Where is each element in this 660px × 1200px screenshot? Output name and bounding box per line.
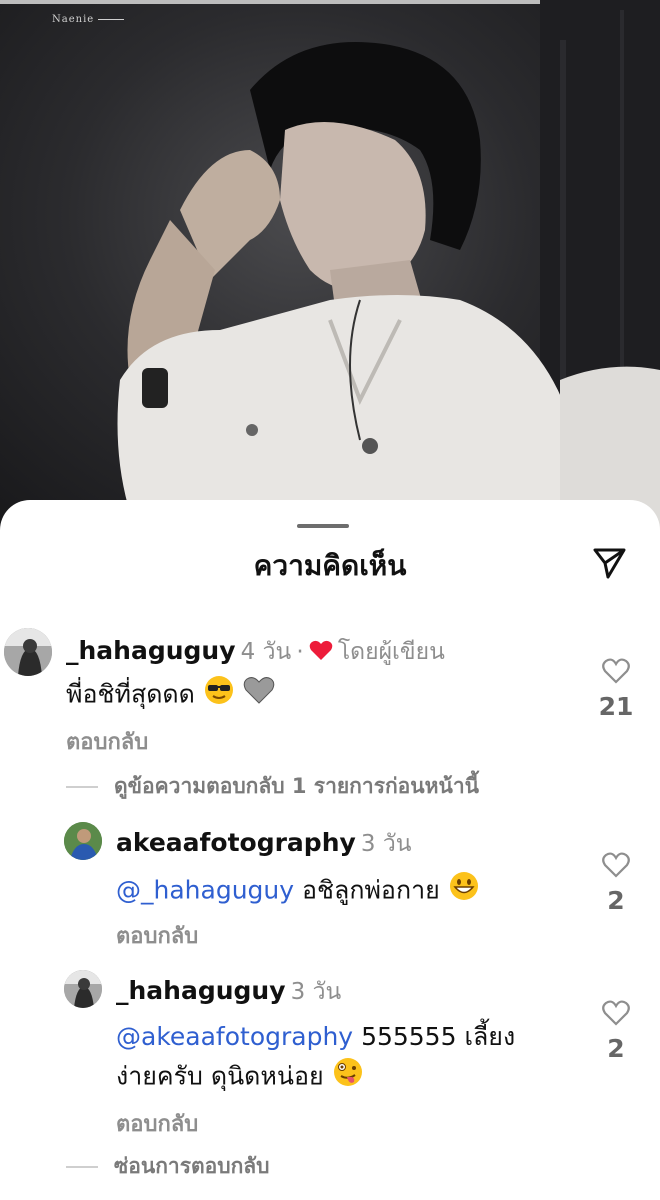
reply-button[interactable]: ตอบกลับ: [116, 1106, 198, 1141]
like-button[interactable]: 2: [596, 1000, 636, 1063]
drag-handle[interactable]: [297, 524, 349, 528]
comment-time: 3 วัน: [360, 831, 412, 857]
avatar[interactable]: [4, 628, 52, 676]
mention-link[interactable]: @akeaafotography: [116, 1022, 353, 1051]
avatar[interactable]: [64, 970, 102, 1008]
zany-face-emoji-icon: [332, 1056, 364, 1099]
reply-button[interactable]: ตอบกลับ: [116, 918, 198, 953]
heart-outline-icon[interactable]: [602, 1000, 630, 1026]
send-icon[interactable]: [590, 544, 628, 582]
like-count: 2: [607, 886, 625, 915]
comments-sheet: ความคิดเห็น _hahaguguy 4 วัน · โดยผู้เขี…: [0, 500, 660, 1200]
author-liked-label: โดยผู้เขียน: [337, 639, 445, 665]
meta-separator: ·: [296, 639, 304, 665]
heart-outline-icon[interactable]: [602, 852, 630, 878]
comment-text: @akeaafotography 555555 เลี้ยง ง่ายครับ …: [116, 1018, 586, 1099]
heart-outline-icon[interactable]: [602, 658, 630, 684]
comment-2: akeaafotography 3 วัน @_hahaguguy อชิลูก…: [0, 818, 660, 958]
like-button[interactable]: 2: [596, 852, 636, 915]
comment-time: 3 วัน: [290, 979, 342, 1005]
like-count: 21: [598, 692, 634, 721]
comment-username[interactable]: _hahaguguy: [116, 976, 286, 1005]
avatar[interactable]: [64, 822, 102, 860]
reply-button[interactable]: ตอบกลับ: [66, 724, 148, 759]
hide-replies-button[interactable]: ซ่อนการตอบกลับ: [66, 1150, 270, 1183]
sunglasses-emoji-icon: [203, 674, 235, 717]
comment-username[interactable]: _hahaguguy: [66, 636, 236, 665]
comment-text: พี่อชิที่สุดดด: [66, 674, 275, 717]
grinning-emoji-icon: [448, 870, 480, 913]
mention-link[interactable]: @_hahaguguy: [116, 876, 294, 905]
comment-time: 4 วัน: [240, 639, 292, 665]
author-heart-icon: [309, 639, 333, 665]
comment-text: @_hahaguguy อชิลูกพ่อกาย: [116, 870, 480, 913]
comment-3: _hahaguguy 3 วัน @akeaafotography 555555…: [0, 966, 660, 1196]
grey-heart-icon: [243, 675, 275, 716]
comment-username[interactable]: akeaafotography: [116, 828, 356, 857]
view-previous-replies[interactable]: ดูข้อความตอบกลับ 1 รายการก่อนหน้านี้: [66, 770, 479, 803]
sheet-title: ความคิดเห็น: [253, 549, 407, 582]
like-count: 2: [607, 1034, 625, 1063]
post-photo: Naenie: [0, 0, 660, 540]
photo-figure: [117, 0, 660, 540]
like-button[interactable]: 21: [596, 658, 636, 721]
